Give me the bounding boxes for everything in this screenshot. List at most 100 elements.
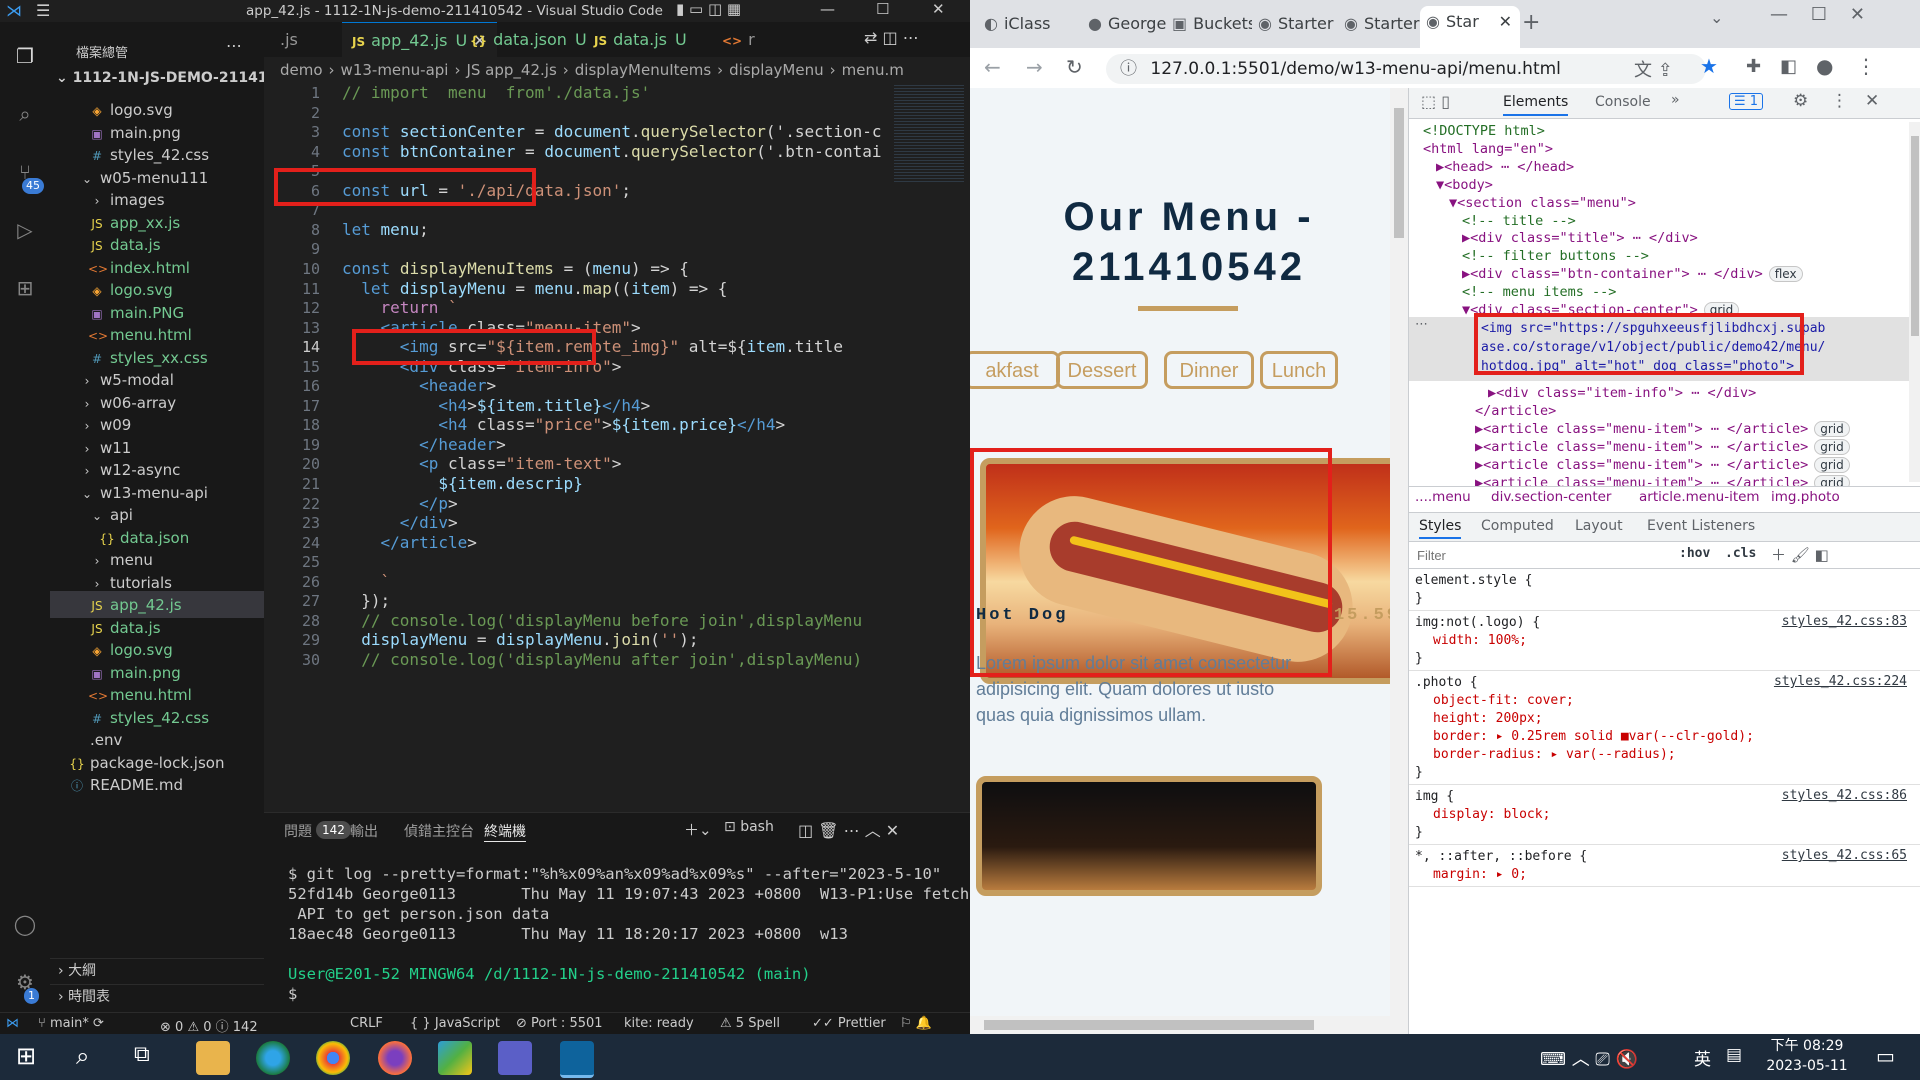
css-property[interactable]: object-fit: cover; <box>1433 692 1574 710</box>
code-line[interactable]: 26 ` <box>264 572 970 591</box>
dom-node[interactable]: ▶<article class="menu-item"> ⋯ </article… <box>1475 420 1850 438</box>
forward-icon[interactable]: → <box>1026 55 1043 79</box>
devtools-menu-icon[interactable]: ⋮ <box>1831 91 1848 111</box>
close-icon[interactable]: ✕ <box>932 0 945 18</box>
dom-scrollbar[interactable] <box>1909 122 1920 482</box>
clock[interactable]: 下午 08:29 2023-05-11 <box>1762 1036 1852 1076</box>
dom-path-item[interactable]: ....menu <box>1415 489 1471 505</box>
hov-toggle[interactable]: :hov <box>1679 546 1710 561</box>
root-folder[interactable]: ⌄ 1112-1N-JS-DEMO-21141... <box>50 64 264 92</box>
editor-actions-icons[interactable]: ⇄ ◫ ⋯ <box>864 28 919 47</box>
address-bar[interactable]: ⓘ 127.0.0.1:5501/demo/w13-menu-api/menu.… <box>1106 54 1706 84</box>
code-line[interactable]: 8 let menu; <box>264 220 970 239</box>
styles-tab[interactable]: Layout <box>1575 518 1623 534</box>
panel-tab[interactable]: 偵錯主控台 <box>404 821 474 841</box>
code-line[interactable]: 4 const btnContainer = document.querySele… <box>264 142 970 161</box>
more-tabs-icon[interactable]: » <box>1671 92 1680 108</box>
edge-icon[interactable] <box>256 1041 290 1075</box>
code-line[interactable]: 22 </p> <box>264 494 970 513</box>
tray-icons[interactable]: ⌨ ︿ ⎚ 🔇 <box>1540 1045 1638 1071</box>
layout-badge[interactable]: flex <box>1768 266 1803 283</box>
dom-node[interactable]: ▶<article class="menu-item"> ⋯ </article… <box>1475 438 1850 456</box>
css-source-link[interactable]: styles_42.css:86 <box>1782 788 1907 803</box>
breadcrumb-item[interactable]: menu.m <box>842 61 904 79</box>
code-line[interactable]: 3 const sectionCenter = document.querySel… <box>264 122 970 141</box>
notification-bell-icon[interactable]: ⚐ 🔔 <box>900 1016 932 1031</box>
css-selector[interactable]: element.style { <box>1415 572 1532 590</box>
port-status[interactable]: ⊘ Port : 5501 <box>516 1016 603 1031</box>
filter-button[interactable]: akfast <box>970 351 1060 389</box>
code-line[interactable]: 24 </article> <box>264 533 970 552</box>
cls-toggle[interactable]: .cls <box>1725 546 1756 561</box>
css-source-link[interactable]: styles_42.css:224 <box>1774 674 1907 689</box>
shell-label[interactable]: ⊡ bash <box>724 819 774 835</box>
branch-status[interactable]: ⑂ main* ⟳ <box>38 1016 104 1031</box>
dom-node[interactable]: ▶<head> ⋯ </head> <box>1436 158 1574 176</box>
extensions-puzzle-icon[interactable]: ✚ <box>1746 56 1761 77</box>
dom-node[interactable]: <!DOCTYPE html> <box>1423 122 1545 140</box>
panel-tab[interactable]: 輸出 <box>350 821 378 841</box>
dom-path-item[interactable]: div.section-center <box>1491 489 1611 505</box>
css-property[interactable]: width: 100%; <box>1433 632 1527 650</box>
editor-tab[interactable]: JS data.js U <box>584 22 697 57</box>
css-selector[interactable]: *, ::after, ::before { <box>1415 848 1587 866</box>
css-selector[interactable]: .photo { <box>1415 674 1478 692</box>
outline-section[interactable]: › 大綱 <box>50 958 264 983</box>
browser-tab[interactable]: ◉ Starter <box>1252 8 1338 40</box>
filter-button[interactable]: Dessert <box>1056 351 1148 389</box>
styles-tab[interactable]: Computed <box>1481 518 1554 534</box>
teams-icon[interactable] <box>498 1041 532 1075</box>
code-line[interactable]: 11 let displayMenu = menu.map((item) => … <box>264 279 970 298</box>
dom-node[interactable]: ▼<section class="menu"> <box>1449 194 1636 212</box>
css-property[interactable]: height: 200px; <box>1433 710 1543 728</box>
dom-node[interactable]: ▶<div class="title"> ⋯ </div> <box>1462 229 1698 247</box>
styles-filter-input[interactable] <box>1415 545 1649 565</box>
profile-avatar[interactable]: ● <box>1816 54 1833 78</box>
search-taskbar-icon[interactable]: ⌕ <box>76 1042 89 1070</box>
editor-tab[interactable]: {} data.json U <box>460 22 597 57</box>
code-line[interactable]: 21 ${item.descrip} <box>264 474 970 493</box>
app-icon[interactable] <box>438 1041 472 1075</box>
css-selector[interactable]: img:not(.logo) { <box>1415 614 1540 632</box>
devtools-close-icon[interactable]: ✕ <box>1865 91 1879 111</box>
browser-tab[interactable]: ◉ Star ✕ <box>1420 6 1520 48</box>
dom-node[interactable]: ▼<body> <box>1436 176 1493 194</box>
code-line[interactable]: 29 displayMenu = displayMenu.join(''); <box>264 630 970 649</box>
dom-scroll-thumb[interactable] <box>1911 136 1919 336</box>
css-property[interactable]: border-radius: ▸ var(--radius); <box>1433 746 1676 764</box>
task-view-icon[interactable]: ⧉ <box>134 1042 150 1067</box>
ime-mode-icon[interactable]: ▤ <box>1726 1045 1742 1065</box>
code-line[interactable]: 23 </div> <box>264 513 970 532</box>
css-property[interactable]: margin: ▸ 0; <box>1433 866 1527 884</box>
translate-share-icons[interactable]: 文 ⇪ <box>1634 56 1673 82</box>
selected-node-row[interactable]: ⋯ <img src="https://spguhxeeusfjlibdhcxj… <box>1409 313 1920 381</box>
code-line[interactable]: 25 <box>264 552 970 571</box>
maximize-icon[interactable]: ☐ <box>876 0 889 18</box>
code-line[interactable]: 12 return ` <box>264 298 970 317</box>
chrome-menu-icon[interactable]: ⋮ <box>1856 54 1876 78</box>
more-actions-icon[interactable]: ⋯ <box>226 36 242 55</box>
remote-icon[interactable]: ⋈ <box>6 1016 19 1031</box>
dom-tree[interactable]: <!DOCTYPE html> <html lang="en"> ▶<head> ⋯… <box>1409 122 1920 491</box>
account-icon[interactable]: ◯ <box>13 912 37 936</box>
code-line[interactable]: 16 <header> <box>264 376 970 395</box>
menu-hamburger-icon[interactable]: ☰ <box>36 1 50 20</box>
eol-status[interactable]: CRLF <box>350 1016 383 1031</box>
code-line[interactable]: 10 const displayMenuItems = (menu) => { <box>264 259 970 278</box>
layout-badge[interactable]: grid <box>1814 438 1850 455</box>
dom-path-item[interactable]: article.menu-item <box>1639 489 1760 505</box>
browser-tab[interactable]: ◐ iClass <box>978 8 1064 40</box>
dom-node[interactable]: </article> <box>1475 402 1556 420</box>
breadcrumb-item[interactable]: displayMenuItems <box>575 61 711 79</box>
browser-tab[interactable]: ● George <box>1082 8 1168 40</box>
css-source-link[interactable]: styles_42.css:65 <box>1782 848 1907 863</box>
code-line[interactable]: 28 // console.log('displayMenu before jo… <box>264 611 970 630</box>
code-line[interactable]: 9 <box>264 239 970 258</box>
language-status[interactable]: { } JavaScript <box>410 1016 500 1031</box>
code-line[interactable]: 1 // import menu from'./data.js' <box>264 83 970 102</box>
tree-item[interactable]: ⓘ README.md <box>50 771 264 798</box>
notification-center-icon[interactable]: ▭ <box>1876 1044 1895 1068</box>
panel-tab[interactable]: 問題 <box>284 821 312 841</box>
dom-path-item[interactable]: img.photo <box>1771 489 1840 505</box>
css-rules[interactable]: element.style {} img:not(.logo) {styles_4… <box>1409 572 1920 1034</box>
